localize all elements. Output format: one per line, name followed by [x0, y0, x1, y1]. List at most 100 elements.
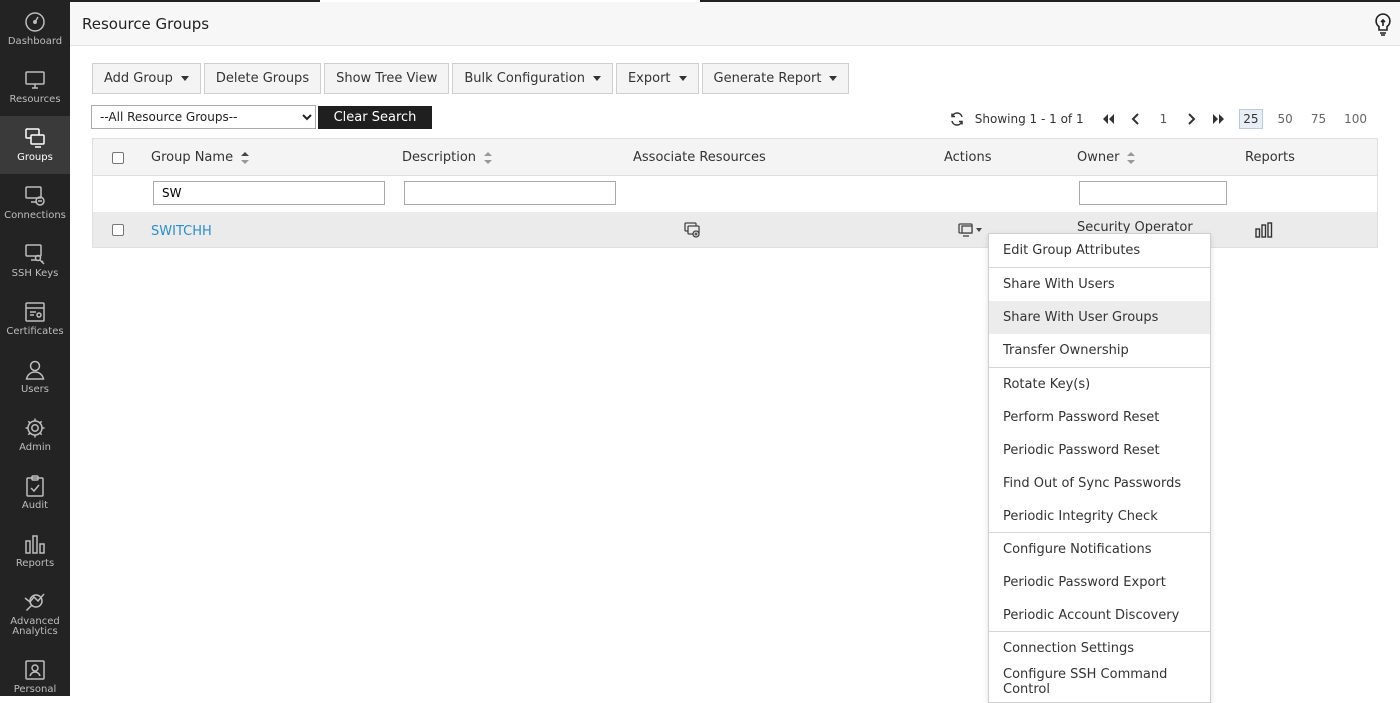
sidebar-item-label: Groups: [17, 152, 53, 163]
analytics-icon: [24, 593, 45, 612]
sidebar-item-groups[interactable]: Groups: [0, 116, 70, 174]
caret-down-icon: [829, 76, 838, 81]
menu-item-configure-ssh-command-control[interactable]: Configure SSH Command Control: [989, 665, 1210, 698]
refresh-icon[interactable]: [949, 111, 965, 127]
sidebar-item-audit[interactable]: Audit: [0, 464, 70, 522]
previous-page-icon[interactable]: [1128, 111, 1144, 127]
add-group-label: Add Group: [104, 71, 173, 86]
sidebar-item-resources[interactable]: Resources: [0, 58, 70, 116]
column-header-label: Group Name: [151, 150, 234, 165]
page-size-50[interactable]: 50: [1275, 110, 1296, 128]
bulk-configuration-label: Bulk Configuration: [464, 71, 585, 86]
table-header: Group Name Description Associate Resourc…: [93, 139, 1377, 176]
sidebar-item-admin[interactable]: Admin: [0, 406, 70, 464]
delete-groups-label: Delete Groups: [215, 71, 310, 86]
sidebar-item-label: Dashboard: [7, 36, 63, 47]
sidebar-item-connections[interactable]: Connections: [0, 174, 70, 232]
menu-item-configure-notifications[interactable]: Configure Notifications: [989, 533, 1210, 566]
caret-down-icon: [180, 76, 189, 81]
delete-groups-button[interactable]: Delete Groups: [203, 63, 322, 94]
menu-item-edit-group-attributes[interactable]: Edit Group Attributes: [989, 234, 1210, 267]
sidebar-item-label: Audit: [21, 500, 49, 511]
associate-resources-icon[interactable]: [684, 222, 701, 238]
column-reports: Reports: [1245, 150, 1295, 165]
bulk-configuration-button[interactable]: Bulk Configuration: [452, 63, 613, 94]
dashboard-icon: [25, 12, 45, 32]
sort-icon[interactable]: [241, 151, 250, 164]
menu-item-rotate-keys[interactable]: Rotate Key(s): [989, 368, 1210, 401]
sidebar-item-label: Analytics: [12, 626, 58, 637]
menu-item-share-with-user-groups[interactable]: Share With User Groups: [989, 301, 1210, 334]
owner-filter-input[interactable]: [1079, 181, 1227, 205]
showing-count: Showing 1 - 1 of 1: [974, 112, 1084, 126]
resource-group-select[interactable]: --All Resource Groups--: [91, 105, 316, 129]
sidebar-item-ssh-keys[interactable]: SSH Keys: [0, 232, 70, 290]
add-group-button[interactable]: Add Group: [92, 63, 201, 94]
show-tree-view-label: Show Tree View: [336, 71, 438, 86]
first-page-icon[interactable]: [1100, 111, 1116, 127]
select-all-checkbox[interactable]: [112, 152, 124, 164]
last-page-icon[interactable]: [1211, 111, 1227, 127]
sidebar-item-dashboard[interactable]: Dashboard: [0, 0, 70, 58]
table-filter-row: [93, 176, 1377, 212]
column-owner[interactable]: Owner: [1077, 150, 1136, 165]
pagination: Showing 1 - 1 of 1 1 25 50 75 100: [943, 108, 1376, 130]
menu-item-transfer-ownership[interactable]: Transfer Ownership: [989, 334, 1210, 367]
menu-item-connection-settings[interactable]: Connection Settings: [989, 632, 1210, 665]
group-name-filter-input[interactable]: [153, 181, 385, 205]
sidebar-item-certificates[interactable]: Certificates: [0, 290, 70, 348]
column-header-label: Actions: [944, 150, 992, 165]
menu-item-find-out-of-sync-passwords[interactable]: Find Out of Sync Passwords: [989, 467, 1210, 500]
lightbulb-icon[interactable]: [1372, 12, 1394, 36]
sidebar-item-label: SSH Keys: [11, 268, 59, 279]
column-group-name[interactable]: Group Name: [151, 150, 250, 165]
current-page-number[interactable]: 1: [1160, 112, 1168, 126]
sidebar-item-label: Connections: [4, 210, 66, 221]
sidebar-item-label: Personal: [13, 684, 57, 695]
clear-search-button[interactable]: Clear Search: [318, 106, 432, 129]
monitor-icon: [25, 71, 45, 89]
export-button[interactable]: Export: [615, 63, 699, 94]
menu-item-periodic-password-reset[interactable]: Periodic Password Reset: [989, 434, 1210, 467]
sidebar-item-reports[interactable]: Reports: [0, 522, 70, 580]
bar-chart-icon: [25, 535, 45, 554]
menu-item-perform-password-reset[interactable]: Perform Password Reset: [989, 401, 1210, 434]
page-title: Resource Groups: [82, 15, 210, 33]
sidebar-item-advanced-analytics[interactable]: Advanced Analytics: [0, 580, 70, 640]
connections-icon: [25, 186, 45, 206]
ssh-key-icon: [25, 244, 45, 265]
menu-item-share-with-users[interactable]: Share With Users: [989, 268, 1210, 301]
group-name-link[interactable]: SWITCHH: [151, 224, 212, 239]
generate-report-label: Generate Report: [713, 71, 822, 86]
sidebar-item-label: Certificates: [6, 326, 64, 337]
sort-icon[interactable]: [484, 151, 493, 164]
sidebar-item-label: Reports: [15, 558, 55, 569]
next-page-icon[interactable]: [1183, 111, 1199, 127]
page-size-25[interactable]: 25: [1239, 109, 1263, 129]
description-filter-input[interactable]: [404, 181, 616, 205]
row-checkbox[interactable]: [112, 224, 124, 236]
page-size-100[interactable]: 100: [1341, 110, 1370, 128]
sidebar-item-label: Users: [20, 384, 49, 395]
column-associate-resources: Associate Resources: [633, 150, 766, 165]
generate-report-button[interactable]: Generate Report: [701, 63, 850, 94]
sidebar-item-personal[interactable]: Personal: [0, 648, 70, 696]
clipboard-check-icon: [26, 475, 44, 497]
sidebar: Dashboard Resources Groups Connections S…: [0, 0, 70, 696]
export-label: Export: [627, 71, 671, 86]
sort-icon[interactable]: [1127, 151, 1136, 164]
actions-dropdown-menu: Edit Group Attributes Share With Users S…: [988, 233, 1211, 703]
menu-item-periodic-integrity-check[interactable]: Periodic Integrity Check: [989, 500, 1210, 533]
menu-item-periodic-account-discovery[interactable]: Periodic Account Discovery: [989, 599, 1210, 632]
sidebar-item-users[interactable]: Users: [0, 348, 70, 406]
column-description[interactable]: Description: [402, 150, 493, 165]
menu-item-periodic-password-export[interactable]: Periodic Password Export: [989, 566, 1210, 599]
bar-chart-icon[interactable]: [1255, 222, 1273, 238]
gear-icon: [25, 418, 45, 438]
show-tree-view-button[interactable]: Show Tree View: [324, 63, 450, 94]
column-header-label: Reports: [1245, 150, 1295, 165]
actions-menu-icon[interactable]: [958, 223, 984, 237]
page-size-75[interactable]: 75: [1308, 110, 1329, 128]
column-header-label: Associate Resources: [633, 150, 766, 165]
column-header-label: Description: [402, 150, 477, 165]
